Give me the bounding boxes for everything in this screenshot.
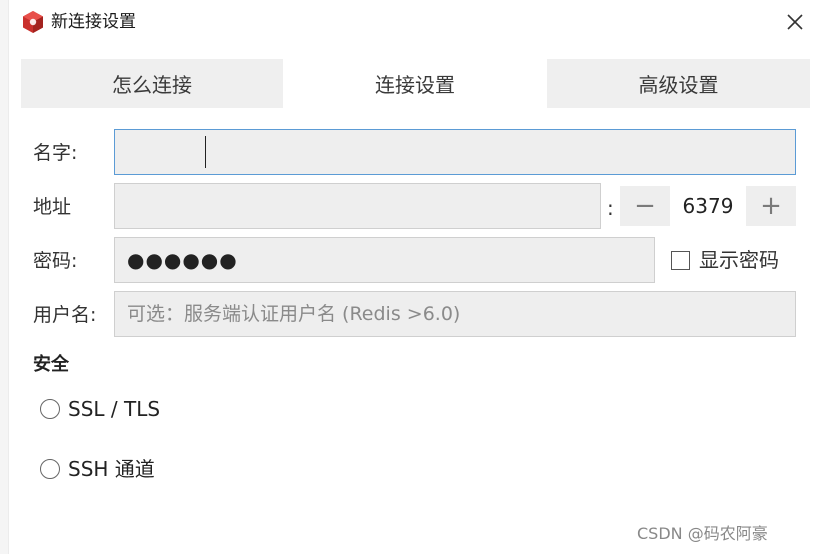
port-value: 6379 xyxy=(682,194,734,218)
port-decrement-button[interactable]: − xyxy=(620,186,670,226)
password-value: ●●●●●● xyxy=(127,248,238,272)
security-section-title: 安全 xyxy=(33,354,69,375)
password-input[interactable]: ●●●●●● xyxy=(114,237,655,283)
ssl-tls-label[interactable]: SSL / TLS xyxy=(68,395,160,423)
tab-bar: 怎么连接 连接设置 高级设置 xyxy=(21,59,810,108)
close-icon[interactable] xyxy=(779,6,811,38)
port-separator: : xyxy=(607,196,614,220)
show-password-label[interactable]: 显示密码 xyxy=(699,246,779,274)
text-caret xyxy=(205,136,206,168)
username-label: 用户名: xyxy=(33,304,97,326)
port-stepper: − 6379 + xyxy=(620,186,796,226)
tab-advanced-settings[interactable]: 高级设置 xyxy=(547,59,810,108)
name-label: 名字: xyxy=(33,142,78,164)
title-bar: 新连接设置 xyxy=(9,0,817,46)
username-input[interactable]: 可选：服务端认证用户名 (Redis >6.0) xyxy=(114,291,796,337)
minus-icon: − xyxy=(634,191,656,221)
connection-dialog: 新连接设置 怎么连接 连接设置 高级设置 名字: 地址 : − 6379 + 密… xyxy=(0,0,817,554)
window-title: 新连接设置 xyxy=(51,12,136,32)
tab-label: 怎么连接 xyxy=(112,73,192,97)
port-increment-button[interactable]: + xyxy=(746,186,796,226)
port-input[interactable]: 6379 xyxy=(670,186,746,226)
ssh-tunnel-radio[interactable] xyxy=(40,459,60,479)
address-input[interactable] xyxy=(114,183,601,229)
address-label: 地址 xyxy=(33,196,72,218)
name-input[interactable] xyxy=(114,129,796,175)
username-placeholder: 可选：服务端认证用户名 (Redis >6.0) xyxy=(127,303,461,325)
tab-label: 连接设置 xyxy=(375,73,455,97)
redis-cube-icon xyxy=(23,11,43,33)
ssl-tls-radio[interactable] xyxy=(40,399,60,419)
watermark: CSDN @码农阿豪 xyxy=(637,524,768,543)
window-edge xyxy=(0,0,9,554)
show-password-checkbox[interactable] xyxy=(671,251,690,270)
tab-connection-settings[interactable]: 连接设置 xyxy=(283,59,547,108)
tab-how-to-connect[interactable]: 怎么连接 xyxy=(21,59,283,108)
plus-icon: + xyxy=(760,191,782,221)
ssh-tunnel-label[interactable]: SSH 通道 xyxy=(68,455,155,483)
password-label: 密码: xyxy=(33,250,78,272)
tab-label: 高级设置 xyxy=(638,73,719,97)
